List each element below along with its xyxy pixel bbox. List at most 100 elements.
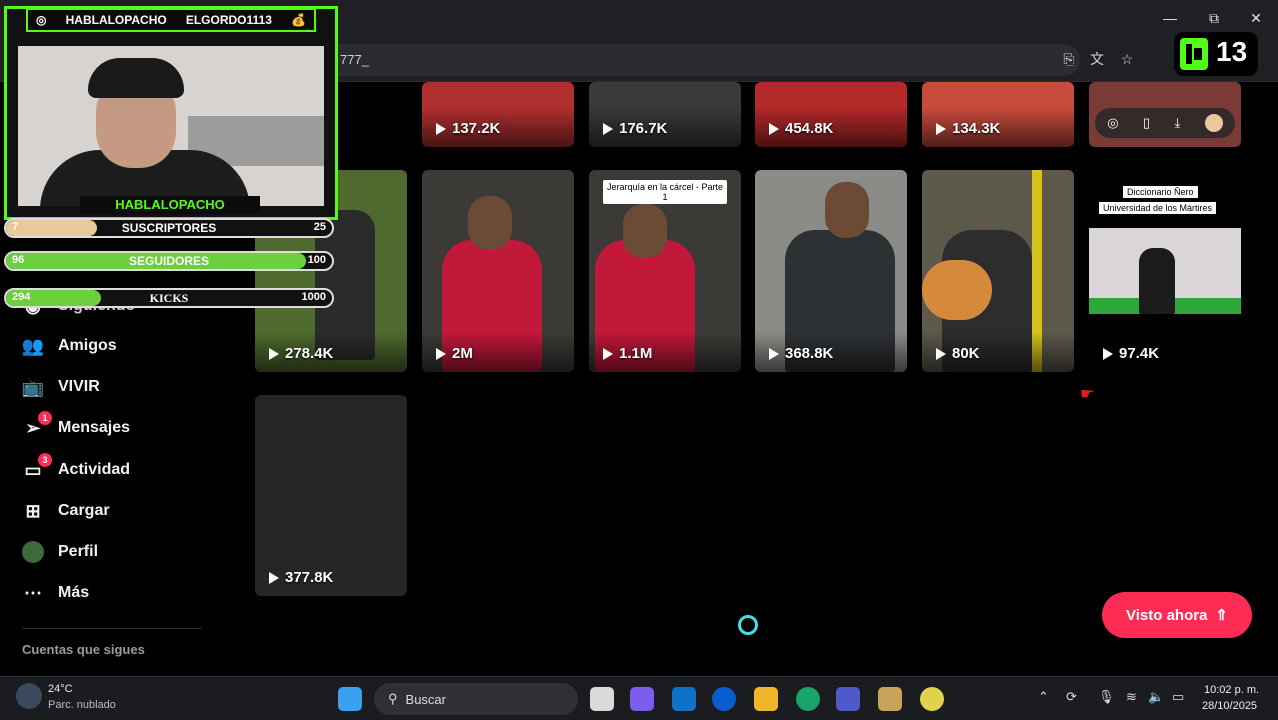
watched-now-label: Visto ahora (1126, 606, 1208, 624)
weather-description[interactable]: Parc. nublado (48, 699, 116, 711)
view-count: 368.8K (785, 345, 834, 362)
video-tile[interactable]: 377.8K (255, 395, 407, 596)
sidebar-item-label: Cargar (58, 502, 110, 519)
play-icon (269, 571, 279, 584)
weather-icon[interactable] (16, 683, 42, 709)
instagram-icon: ◎ (36, 13, 47, 27)
chevron-up-icon[interactable]: ⌃ (1038, 689, 1049, 705)
minimize-button[interactable]: — (1160, 8, 1180, 28)
view-count: 176.7K (619, 120, 668, 137)
kicks-goal-bar: 294 KICKS 1000 (4, 288, 334, 308)
app-icon[interactable] (878, 687, 902, 711)
video-caption: Diccionario Ñero (1123, 186, 1198, 198)
volume-icon[interactable]: 🔈 (1148, 689, 1164, 705)
bookmark-star-icon[interactable]: ☆ (1118, 50, 1136, 68)
divider (22, 628, 202, 629)
notification-badge: 1 (38, 411, 52, 425)
copilot-icon[interactable] (630, 687, 654, 711)
clock-date[interactable]: 28/10/2025 (1202, 700, 1257, 712)
subscribers-goal-bar: 7 SUSCRIPTORES 25 (4, 218, 334, 238)
sidebar-item-profile[interactable]: Perfil (22, 538, 98, 566)
video-hover-controls: ◎ ▯ ⤓ (1095, 108, 1235, 138)
avatar (22, 541, 44, 563)
video-tile[interactable]: ◎ ▯ ⤓ (1089, 82, 1241, 147)
sidebar-item-label: Más (58, 584, 90, 601)
close-window-button[interactable]: ✕ (1246, 8, 1266, 28)
play-icon (1103, 347, 1113, 360)
live-tv-icon: 📺 (21, 376, 45, 397)
play-icon (603, 347, 613, 360)
sync-icon[interactable]: ⟳ (1066, 689, 1077, 705)
edge-icon[interactable] (796, 687, 820, 711)
more-icon: ⋯ (24, 582, 42, 603)
avatar[interactable] (1204, 114, 1223, 132)
clock-time[interactable]: 10:02 p. m. (1204, 684, 1259, 696)
microphone-icon[interactable]: 🎙 (1098, 689, 1115, 705)
video-tile[interactable]: 134.3K (922, 82, 1074, 147)
video-tile[interactable]: 176.7K (589, 82, 741, 147)
weather-temp[interactable]: 24°C (48, 683, 73, 695)
watched-now-button[interactable]: Visto ahora ⇑ (1102, 592, 1252, 638)
cursor-icon: ☛ (1080, 386, 1095, 403)
file-explorer-icon[interactable] (754, 687, 778, 711)
sidebar-item-upload[interactable]: ⊞ Cargar (22, 497, 110, 525)
goal-target: 1000 (301, 291, 326, 303)
compass-icon[interactable]: ◎ (1107, 115, 1118, 131)
sidebar-item-label: Mensajes (58, 419, 131, 436)
chrome-icon[interactable] (920, 687, 944, 711)
outlook-icon[interactable] (672, 687, 696, 711)
kick-logo-icon (1180, 38, 1208, 70)
mobile-icon[interactable]: ▯ (1143, 115, 1150, 131)
upload-icon: ⊞ (25, 500, 41, 521)
video-tile[interactable]: 2M (422, 170, 574, 372)
sidebar-item-live[interactable]: 📺 VIVIR (22, 373, 100, 401)
followers-goal-bar: 96 SEGUIDORES 100 (4, 251, 334, 271)
play-icon (436, 122, 446, 135)
view-count: 134.3K (952, 120, 1001, 137)
taskbar-search[interactable]: ⚲ Buscar (374, 683, 578, 715)
windows-start-icon[interactable] (338, 687, 362, 711)
maximize-button[interactable]: ⧉ (1204, 8, 1224, 28)
view-count: 454.8K (785, 120, 834, 137)
play-icon (936, 347, 946, 360)
teams-icon[interactable] (836, 687, 860, 711)
sidebar-item-messages[interactable]: ➢ 1 Mensajes (22, 411, 131, 442)
view-count: 2M (452, 345, 473, 362)
hp-icon[interactable] (712, 687, 736, 711)
following-accounts-heading: Cuentas que sigues (22, 642, 145, 657)
video-tile[interactable]: 454.8K (755, 82, 907, 147)
activity-icon: ▭ 3 (22, 453, 52, 481)
sidebar-item-activity[interactable]: ▭ 3 Actividad (22, 453, 131, 484)
video-tile[interactable]: 368.8K (755, 170, 907, 372)
play-icon (436, 347, 446, 360)
sidebar-item-label: Perfil (58, 543, 99, 560)
install-app-icon[interactable]: ⎘ (1060, 50, 1078, 68)
sidebar-item-label: VIVIR (58, 378, 100, 395)
view-count: 377.8K (285, 569, 334, 586)
search-icon: ⚲ (388, 691, 398, 706)
sidebar-item-label: Actividad (58, 461, 131, 478)
play-icon (769, 122, 779, 135)
goal-target: 25 (313, 221, 326, 233)
wifi-icon[interactable]: ≋ (1126, 689, 1137, 705)
search-label: Buscar (405, 691, 446, 707)
translate-icon[interactable]: 文 (1088, 50, 1106, 68)
loading-spinner (738, 615, 758, 635)
battery-icon[interactable]: ▭ (1172, 689, 1184, 705)
video-tile[interactable]: Jerarquía en la cárcel - Parte 1 1.1M (589, 170, 741, 372)
download-icon[interactable]: ⤓ (1175, 115, 1181, 131)
url-input[interactable]: 777_ (320, 44, 1080, 76)
webcam-video (18, 46, 324, 206)
sidebar-item-more[interactable]: ⋯ Más (22, 579, 89, 607)
notification-badge: 3 (38, 453, 52, 467)
video-tile[interactable]: 137.2K (422, 82, 574, 147)
video-tile[interactable]: 80K (922, 170, 1074, 372)
messages-icon: ➢ 1 (22, 411, 52, 439)
video-tile[interactable]: Diccionario Ñero Universidad de los Márt… (1089, 170, 1241, 372)
sidebar-item-friends[interactable]: 👥 Amigos (22, 332, 117, 360)
double-chevron-up-icon: ⇑ (1215, 607, 1228, 624)
friends-icon: 👥 (21, 335, 45, 356)
task-view-icon[interactable] (590, 687, 614, 711)
play-icon (603, 122, 613, 135)
video-caption: Universidad de los Mártires (1099, 202, 1217, 214)
